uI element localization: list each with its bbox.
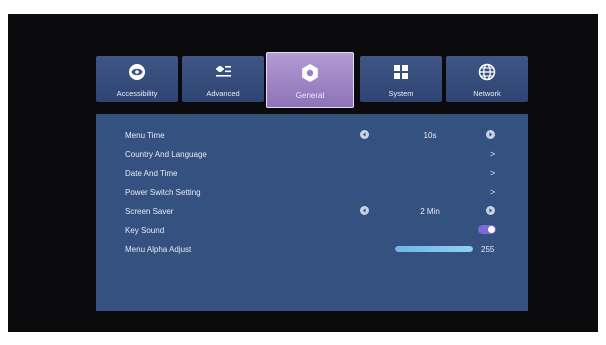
setting-label: Date And Time [125,169,178,178]
tab-label: System [388,89,414,98]
chevron-right-icon: > [490,187,496,197]
setting-label: Menu Time [125,131,165,140]
alpha-slider[interactable] [395,246,473,252]
setting-label: Menu Alpha Adjust [125,245,192,254]
globe-icon [478,63,496,81]
setting-label: Power Switch Setting [125,188,201,197]
tab-label: Accessibility [116,89,158,98]
arrow-right-icon[interactable] [486,206,495,215]
grid-icon [394,65,408,79]
tab-network[interactable]: Network [446,56,528,102]
tab-general[interactable]: General [266,52,354,108]
tab-advanced[interactable]: Advanced [182,56,264,102]
tab-label: Network [473,89,501,98]
setting-screen-saver[interactable]: Screen Saver 2 Min [96,203,528,220]
setting-value: 2 Min [420,207,440,216]
setting-country-language[interactable]: Country And Language > [96,146,528,163]
category-tabs: Accessibility Advanced General System Ne… [96,52,528,108]
setting-label: Screen Saver [125,207,174,216]
slider-value: 255 [481,245,495,254]
tab-label: Advanced [206,89,240,98]
arrow-right-icon[interactable] [486,130,495,139]
tab-system[interactable]: System [360,56,442,102]
setting-menu-alpha[interactable]: Menu Alpha Adjust 255 [96,241,528,258]
setting-label: Country And Language [125,150,207,159]
tab-label: General [295,91,325,100]
setting-date-time[interactable]: Date And Time > [96,165,528,182]
sliders-icon [216,66,231,77]
setting-label: Key Sound [125,226,165,235]
key-sound-toggle[interactable] [478,225,496,234]
settings-panel: Menu Time 10s Country And Language > Dat… [96,114,528,311]
setting-key-sound[interactable]: Key Sound [96,222,528,239]
chevron-right-icon: > [490,149,496,159]
arrow-left-icon[interactable] [360,130,369,139]
toggle-knob [488,226,495,233]
chevron-right-icon: > [490,168,496,178]
setting-menu-time[interactable]: Menu Time 10s [96,127,528,144]
eye-icon [129,64,145,80]
tab-accessibility[interactable]: Accessibility [96,56,178,102]
arrow-left-icon[interactable] [360,206,369,215]
setting-value: 10s [423,131,437,140]
slider-fill [395,246,473,252]
setting-power-switch[interactable]: Power Switch Setting > [96,184,528,201]
gear-icon [302,64,318,82]
